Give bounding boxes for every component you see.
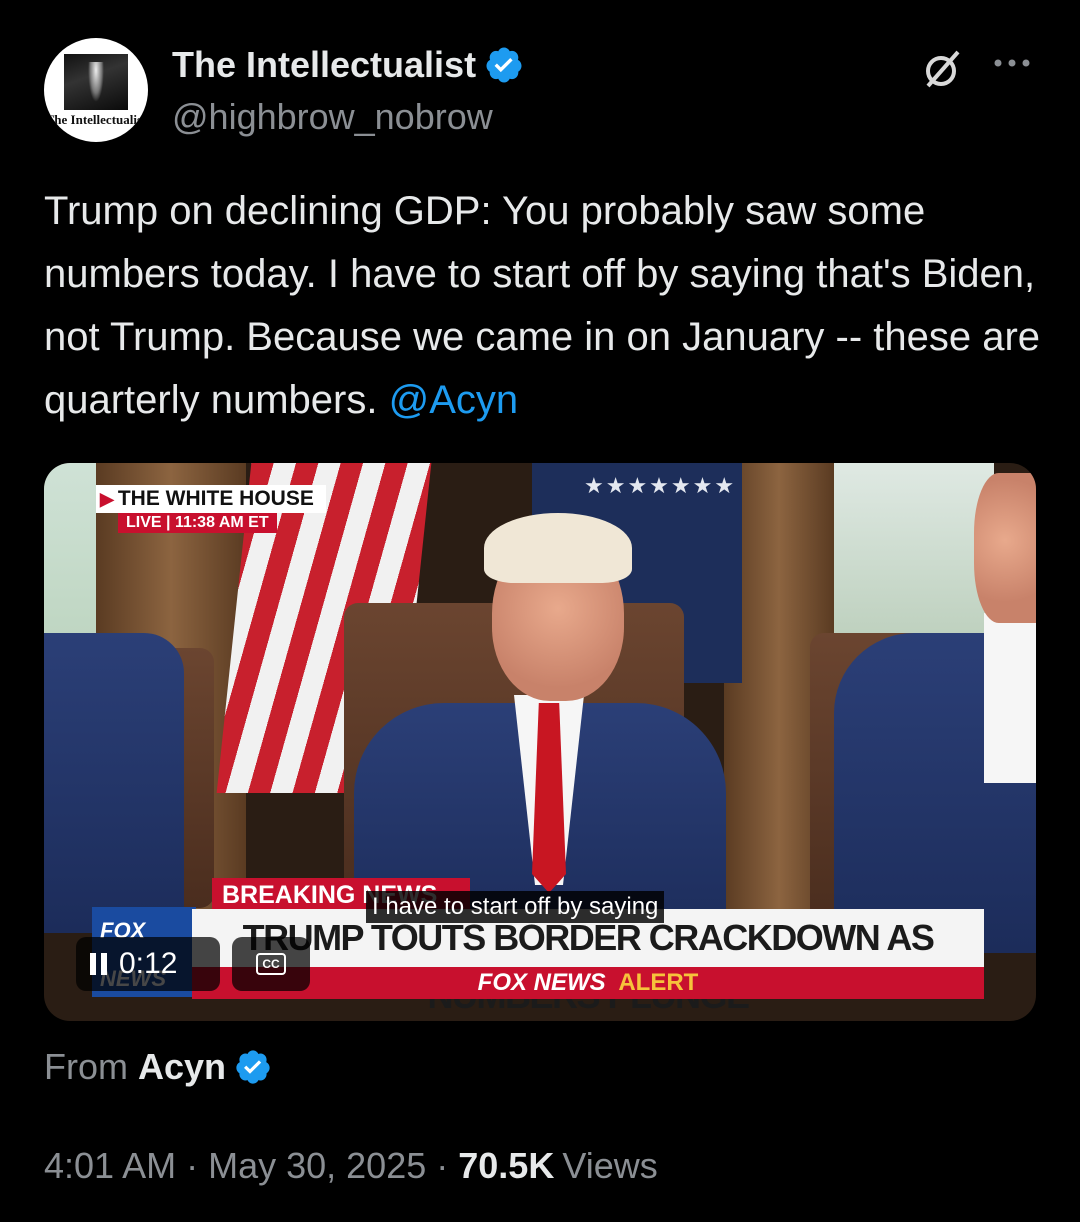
live-location: THE WHITE HOUSE bbox=[117, 487, 314, 510]
live-label: LIVE bbox=[126, 514, 162, 531]
alert-word: ALERT bbox=[618, 969, 699, 996]
video-caption: I have to start off by saying bbox=[366, 891, 665, 923]
cc-icon: CC bbox=[256, 953, 286, 975]
grok-icon[interactable] bbox=[922, 48, 964, 90]
live-title: ▶ THE WHITE HOUSE bbox=[96, 485, 326, 513]
live-time-bar: LIVE | 11:38 AM ET bbox=[118, 513, 277, 533]
post-time[interactable]: 4:01 AM bbox=[44, 1145, 176, 1187]
avatar-photo bbox=[64, 54, 128, 110]
live-divider: | bbox=[166, 514, 175, 531]
pause-icon bbox=[90, 953, 107, 975]
post-date[interactable]: May 30, 2025 bbox=[208, 1145, 426, 1187]
views-count[interactable]: 70.5K bbox=[458, 1145, 554, 1187]
elapsed-time: 0:12 bbox=[119, 947, 178, 980]
source-name-link[interactable]: Acyn bbox=[138, 1046, 226, 1088]
captions-button[interactable]: CC bbox=[232, 937, 310, 991]
play-triangle-icon: ▶ bbox=[100, 488, 114, 509]
alert-bar: FOX NEWS ALERT bbox=[192, 967, 984, 999]
avatar-wordmark: The Intellectualist bbox=[45, 112, 147, 127]
separator: · bbox=[436, 1145, 449, 1186]
name-row: The Intellectualist bbox=[172, 44, 524, 86]
tweet-header: The Intellectualist The Intellectualist … bbox=[44, 38, 1044, 148]
display-name[interactable]: The Intellectualist bbox=[172, 44, 476, 86]
verified-badge-icon bbox=[236, 1050, 270, 1084]
avatar[interactable]: The Intellectualist bbox=[44, 38, 148, 142]
pause-button[interactable]: 0:12 bbox=[76, 937, 220, 991]
more-icon[interactable] bbox=[990, 48, 1034, 78]
live-bug: ▶ THE WHITE HOUSE LIVE | 11:38 AM ET bbox=[96, 485, 326, 533]
tweet-text: Trump on declining GDP: You probably saw… bbox=[44, 180, 1044, 432]
from-label: From bbox=[44, 1046, 128, 1087]
handle[interactable]: @highbrow_nobrow bbox=[172, 96, 493, 138]
live-time: 11:38 AM ET bbox=[174, 514, 269, 531]
video-player[interactable]: ★★★★★★★ ▶ THE WHITE HOUSE LIVE | 11:38 A… bbox=[44, 463, 1036, 1021]
views-label: Views bbox=[562, 1145, 658, 1186]
verified-badge-icon bbox=[486, 47, 522, 83]
video-source: From Acyn bbox=[44, 1046, 272, 1088]
separator: · bbox=[186, 1145, 199, 1186]
mention-link[interactable]: @Acyn bbox=[389, 378, 519, 422]
tweet-meta: 4:01 AM · May 30, 2025 · 70.5K Views bbox=[44, 1145, 658, 1187]
tweet-body: Trump on declining GDP: You probably saw… bbox=[44, 189, 1041, 422]
alert-prefix: FOX NEWS bbox=[477, 969, 606, 996]
